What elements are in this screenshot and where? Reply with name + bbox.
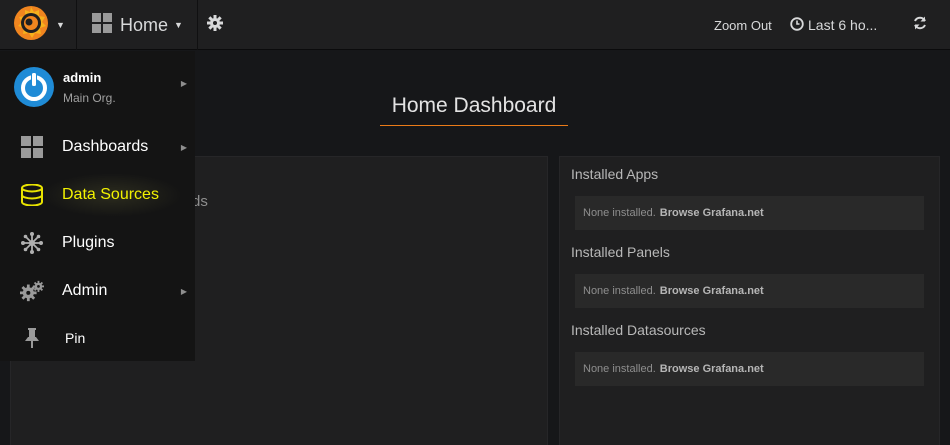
installed-apps-empty: None installed. Browse Grafana.net: [575, 196, 924, 230]
sidebar-item-data-sources[interactable]: Data Sources: [0, 172, 195, 218]
top-navbar: ▼ Home ▼ Zoom Out Last 6 ho...: [0, 0, 950, 50]
plugins-icon: [20, 232, 44, 254]
chevron-right-icon: ▶: [180, 143, 187, 152]
refresh-icon: [912, 15, 928, 36]
database-icon: [20, 184, 44, 206]
side-menu: admin Main Org. ▶ Dashboards ▶ Data Sour…: [0, 51, 195, 361]
chevron-down-icon: ▼: [56, 20, 65, 30]
sidebar-item-plugins[interactable]: Plugins: [0, 220, 195, 266]
browse-grafana-net-link[interactable]: Browse Grafana.net: [660, 363, 764, 375]
grafana-logo-icon: [12, 4, 50, 47]
user-name: admin: [63, 70, 102, 85]
dashboard-picker-button[interactable]: Home ▼: [78, 0, 198, 50]
dashboards-icon: [20, 136, 44, 158]
grafana-menu-button[interactable]: ▼: [0, 0, 77, 50]
sidebar-item-label: Plugins: [62, 234, 115, 251]
chevron-right-icon: ▶: [180, 79, 187, 88]
sidebar-item-dashboards[interactable]: Dashboards ▶: [0, 124, 195, 170]
refresh-button[interactable]: [902, 0, 938, 50]
browse-grafana-net-link[interactable]: Browse Grafana.net: [660, 207, 764, 219]
sidebar-item-label: Admin: [62, 282, 108, 299]
dashboard-settings-button[interactable]: [197, 0, 233, 50]
sidebar-item-admin[interactable]: Admin ▶: [0, 268, 195, 314]
installed-datasources-title: Installed Datasources: [571, 322, 706, 338]
pin-icon: [20, 327, 44, 349]
installed-panels-empty: None installed. Browse Grafana.net: [575, 274, 924, 308]
user-org: Main Org.: [63, 91, 116, 105]
user-menu[interactable]: admin Main Org. ▶: [0, 51, 195, 123]
installed-apps-title: Installed Apps: [571, 166, 659, 182]
plugin-list-panel: Installed Apps None installed. Browse Gr…: [559, 156, 940, 445]
page-title: Home Dashboard: [380, 92, 568, 126]
gear-icon: [207, 14, 223, 36]
sidebar-item-pin[interactable]: Pin: [0, 315, 195, 361]
admin-gears-icon: [20, 280, 44, 302]
clock-icon: [790, 16, 804, 34]
time-range-label: Last 6 ho...: [808, 17, 878, 33]
dashboard-grid-icon: [92, 12, 112, 38]
sidebar-item-label: Dashboards: [62, 138, 149, 155]
sidebar-item-label: Data Sources: [62, 186, 159, 203]
chevron-down-icon: ▼: [174, 20, 183, 30]
zoom-out-button[interactable]: Zoom Out: [706, 0, 780, 50]
time-range-picker[interactable]: Last 6 ho...: [782, 0, 885, 50]
installed-datasources-empty: None installed. Browse Grafana.net: [575, 352, 924, 386]
dashboard-name: Home: [120, 14, 169, 35]
chevron-right-icon: ▶: [180, 287, 187, 296]
installed-panels-title: Installed Panels: [571, 244, 670, 260]
browse-grafana-net-link[interactable]: Browse Grafana.net: [660, 285, 764, 297]
sidebar-item-label: Pin: [65, 330, 86, 346]
avatar: [14, 67, 54, 112]
